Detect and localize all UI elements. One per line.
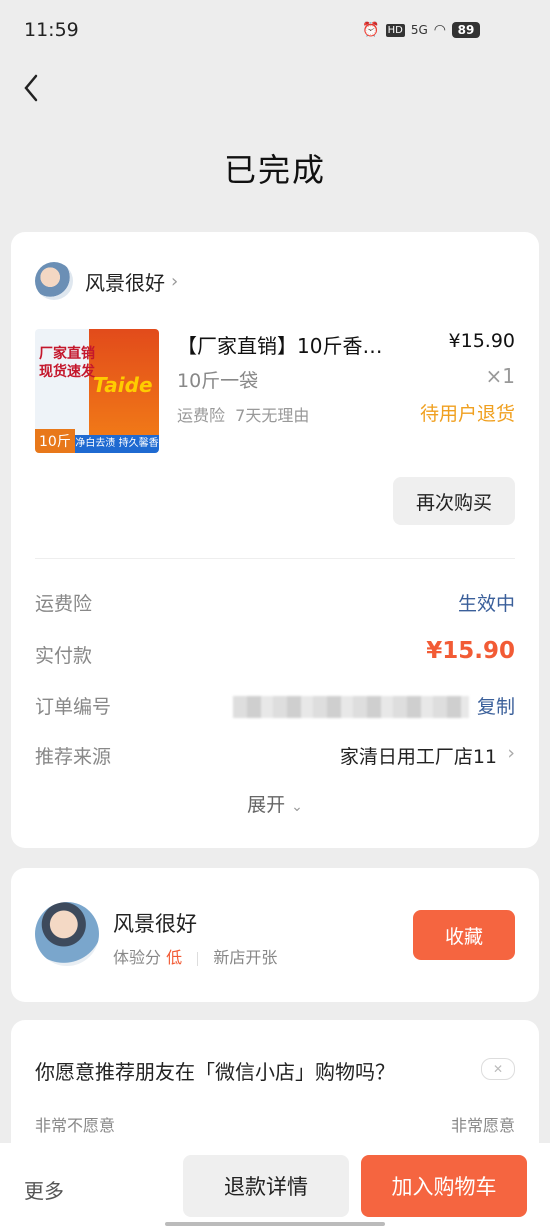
- expand-label: 展开: [247, 794, 286, 816]
- separator: [197, 951, 199, 966]
- product-weight-badge: 10斤: [35, 429, 75, 453]
- hd-icon: HD: [385, 23, 405, 37]
- seller-name: 风景很好: [113, 912, 197, 936]
- product-qty: ×1: [485, 364, 515, 388]
- more-button[interactable]: 更多: [24, 1175, 64, 1204]
- seller-card[interactable]: 风景很好 体验分 低 新店开张 收藏: [11, 868, 539, 1002]
- chevron-down-icon: ⌄: [291, 799, 303, 815]
- product-brand-logo: Taide: [93, 373, 153, 397]
- order-status: 待用户退货: [419, 403, 515, 425]
- shop-name: 风景很好: [85, 270, 165, 295]
- product-image[interactable]: 厂家直销 现货速发 Taide 净白去渍 持久馨香 10斤: [35, 329, 159, 453]
- order-number-redacted: [233, 696, 469, 718]
- shop-avatar: [35, 262, 73, 300]
- order-number-label: 订单编号: [35, 696, 112, 718]
- refund-details-button[interactable]: 退款详情: [183, 1155, 349, 1217]
- add-to-cart-button[interactable]: 加入购物车: [361, 1155, 527, 1217]
- insurance-row: 运费险 生效中: [35, 589, 515, 619]
- status-time: 11:59: [24, 19, 79, 41]
- score-label: 体验分: [113, 948, 162, 967]
- product-title[interactable]: 【厂家直销】10斤香…: [177, 330, 407, 359]
- product-spec: 10斤一袋: [177, 370, 259, 392]
- bottom-bar: 更多 退款详情 加入购物车: [0, 1143, 550, 1227]
- copy-button[interactable]: 复制: [477, 692, 515, 719]
- survey-right-label: 非常愿意: [450, 1116, 515, 1135]
- shop-link[interactable]: 风景很好 ›: [35, 262, 178, 300]
- alarm-icon: ⏰: [362, 22, 380, 38]
- seller-meta: 体验分 低 新店开张: [113, 944, 277, 968]
- paid-label: 实付款: [35, 645, 93, 667]
- order-number-row: 订单编号 复制: [35, 692, 515, 722]
- product-slogan: 净白去渍 持久馨香: [75, 435, 159, 453]
- insurance-value[interactable]: 生效中: [458, 589, 515, 616]
- seller-avatar: [35, 902, 99, 966]
- survey-question: 你愿意推荐朋友在「微信小店」购物吗？: [35, 1060, 395, 1084]
- chevron-right-icon: ›: [171, 270, 179, 292]
- source-label: 推荐来源: [35, 746, 112, 768]
- source-value: 家清日用工厂店11: [339, 746, 497, 768]
- expand-button[interactable]: 展开 ⌄: [11, 790, 539, 817]
- chevron-left-icon: [24, 74, 38, 102]
- back-button[interactable]: [18, 70, 48, 106]
- signal-icon: 5G: [410, 23, 428, 37]
- survey-left-label: 非常不愿意: [35, 1116, 116, 1135]
- survey-card: 你愿意推荐朋友在「微信小店」购物吗？ ✕ 非常不愿意 非常愿意: [11, 1020, 539, 1160]
- product-service-tags: 运费险 7天无理由: [177, 406, 310, 425]
- paid-value: ¥15.90: [426, 638, 515, 664]
- home-indicator[interactable]: [165, 1222, 385, 1226]
- favorite-button[interactable]: 收藏: [413, 910, 515, 960]
- source-row[interactable]: 推荐来源 家清日用工厂店11 ›: [35, 742, 515, 772]
- paid-row: 实付款 ¥15.90: [35, 638, 515, 671]
- wifi-icon: ◠: [433, 22, 446, 38]
- rebuy-button[interactable]: 再次购买: [393, 477, 515, 525]
- score-value: 低: [166, 948, 183, 967]
- product-promo-text: 厂家直销 现货速发: [39, 346, 95, 380]
- status-icons: ⏰ HD 5G ◠: [362, 22, 446, 38]
- product-price: ¥15.90: [448, 330, 515, 352]
- chevron-right-icon: ›: [507, 742, 515, 764]
- shop-tag: 新店开张: [213, 948, 278, 967]
- order-card: 风景很好 › 厂家直销 现货速发 Taide 净白去渍 持久馨香 10斤 【厂家…: [11, 232, 539, 848]
- close-icon[interactable]: ✕: [481, 1058, 515, 1080]
- battery-icon: 89: [452, 22, 480, 38]
- divider: [35, 558, 515, 559]
- insurance-label: 运费险: [35, 593, 93, 615]
- page-title: 已完成: [223, 151, 326, 189]
- status-bar: 11:59 ⏰ HD 5G ◠ 89: [0, 0, 550, 60]
